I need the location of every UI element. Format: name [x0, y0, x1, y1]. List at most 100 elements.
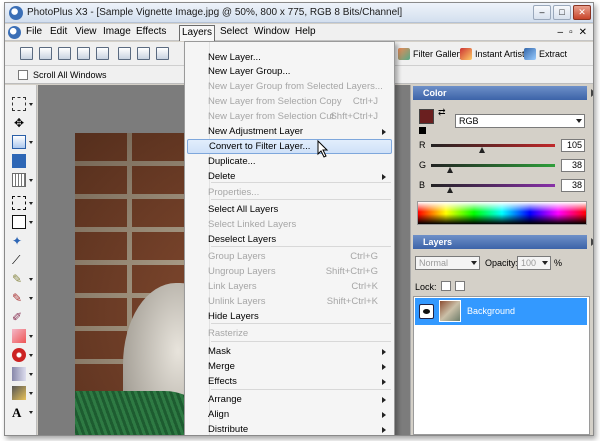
scroll-all-windows-checkbox[interactable]	[18, 70, 28, 80]
channel-g-value[interactable]: 38	[561, 159, 585, 172]
smudge-tool-icon[interactable]: ✐	[12, 310, 26, 324]
menu-item-link-layers: Link Layers Ctrl+K	[187, 279, 392, 294]
channel-r-value[interactable]: 105	[561, 139, 585, 152]
color-mode-select[interactable]: RGB	[455, 114, 585, 128]
color-pickup-tool-icon[interactable]: ⟋	[12, 253, 26, 267]
menu-item-new-layer[interactable]: New Layer...	[187, 50, 392, 65]
fill-tool-icon[interactable]	[12, 386, 26, 400]
menu-item-shortcut: Ctrl+K	[351, 281, 378, 292]
save-icon[interactable]	[58, 47, 71, 60]
lock-all-checkbox[interactable]	[455, 281, 465, 291]
menu-item-duplicate[interactable]: Duplicate...	[187, 154, 392, 169]
copy-icon[interactable]	[118, 47, 131, 60]
undo-icon[interactable]	[156, 47, 169, 60]
open-file-icon[interactable]	[39, 47, 52, 60]
document-menu-icon[interactable]	[8, 26, 21, 39]
crop-tool-icon[interactable]	[12, 97, 26, 111]
submenu-arrow-icon	[382, 174, 386, 180]
panel-menu-icon[interactable]	[591, 89, 593, 97]
eraser-tool-icon[interactable]	[12, 329, 26, 343]
menu-item-shortcut: Shift+Ctrl+K	[326, 296, 378, 307]
menu-item-new-adjustment-layer[interactable]: New Adjustment Layer	[187, 124, 392, 139]
background-color-swatch[interactable]	[419, 127, 426, 134]
menu-image[interactable]: Image	[101, 26, 133, 40]
eye-visibility-icon[interactable]	[419, 304, 434, 319]
print-icon[interactable]	[77, 47, 90, 60]
shape-tool-icon[interactable]	[12, 215, 26, 229]
menu-item-ungroup-layers: Ungroup Layers Shift+Ctrl+G	[187, 264, 392, 279]
minimize-button[interactable]: –	[533, 5, 551, 20]
menu-item-new-layer-from-selection-copy: New Layer from Selection Copy Ctrl+J	[187, 94, 392, 109]
menu-item-label: Ungroup Layers	[208, 266, 276, 277]
channel-r-slider-thumb[interactable]	[478, 147, 485, 153]
swap-colors-icon[interactable]: ⇄	[438, 107, 446, 118]
menu-item-label: Merge	[208, 361, 235, 372]
menu-item-label: New Adjustment Layer	[208, 126, 304, 137]
opacity-field[interactable]: 100	[517, 256, 551, 270]
menu-item-align[interactable]: Align	[187, 407, 392, 422]
window-title: PhotoPlus X3 - [Sample Vignette Image.jp…	[27, 7, 403, 18]
clone-tool-icon[interactable]: ✎	[12, 291, 26, 305]
color-panel-header[interactable]: Color	[413, 86, 593, 100]
menu-item-properties: Properties...	[187, 185, 392, 200]
menu-item-new-layer-group[interactable]: New Layer Group...	[187, 64, 392, 79]
color-spectrum[interactable]	[417, 201, 587, 225]
layers-panel-header[interactable]: Layers	[413, 235, 593, 249]
doc-minimize-button[interactable]: –	[558, 27, 564, 38]
menu-file[interactable]: File	[24, 26, 44, 40]
channel-r-slider[interactable]	[431, 144, 555, 147]
new-file-icon[interactable]	[20, 47, 33, 60]
menu-select[interactable]: Select	[218, 26, 250, 40]
menu-item-convert-to-filter-layer[interactable]: Convert to Filter Layer...	[187, 139, 392, 154]
opacity-unit: %	[554, 258, 563, 268]
move-tool-icon[interactable]: ✥	[12, 116, 26, 130]
foreground-color-swatch[interactable]	[419, 109, 434, 124]
close-button[interactable]: ✕	[573, 5, 591, 20]
paintbrush-tool-icon[interactable]: ✎	[12, 272, 26, 286]
menu-help[interactable]: Help	[293, 26, 318, 40]
menu-item-new-layer-from-selection-cut: New Layer from Selection Cut Shft+Ctrl+J	[187, 109, 392, 124]
channel-b-slider-thumb[interactable]	[446, 187, 453, 193]
instant-artist-button[interactable]: Instant Artist	[460, 46, 525, 62]
extract-button[interactable]: Extract	[524, 46, 567, 62]
cut-icon[interactable]	[96, 47, 109, 60]
filter-gallery-button[interactable]: Filter Gallery	[398, 46, 464, 62]
paste-icon[interactable]	[137, 47, 150, 60]
perspective-tool-icon[interactable]	[12, 135, 26, 149]
magic-wand-tool-icon[interactable]: ✦	[12, 234, 26, 248]
rectangle-selection-tool-icon[interactable]	[12, 196, 26, 210]
channel-b-value[interactable]: 38	[561, 179, 585, 192]
menu-window[interactable]: Window	[252, 26, 292, 40]
menu-item-hide-layers[interactable]: Hide Layers	[187, 309, 392, 324]
menu-item-mask[interactable]: Mask	[187, 344, 392, 359]
channel-g-slider-thumb[interactable]	[446, 167, 453, 173]
layer-row-background[interactable]: Background	[415, 298, 587, 325]
panel-menu-icon[interactable]	[591, 238, 593, 246]
menu-item-select-all-layers[interactable]: Select All Layers	[187, 202, 392, 217]
doc-restore-button[interactable]: ▫	[569, 27, 573, 38]
menu-item-arrange[interactable]: Arrange	[187, 392, 392, 407]
maximize-button[interactable]: □	[553, 5, 571, 20]
menu-item-label: New Layer Group from Selected Layers...	[208, 81, 383, 92]
menu-item-label: New Layer from Selection Cut	[208, 111, 335, 122]
menu-item-label: Rasterize	[208, 328, 249, 339]
menu-view[interactable]: View	[73, 26, 99, 40]
lock-transparency-checkbox[interactable]	[441, 281, 451, 291]
menu-effects[interactable]: Effects	[134, 26, 168, 40]
menu-item-merge[interactable]: Merge	[187, 359, 392, 374]
dodge-tool-icon[interactable]	[12, 367, 26, 381]
menu-edit[interactable]: Edit	[48, 26, 69, 40]
submenu-arrow-icon	[382, 427, 386, 433]
menu-item-delete[interactable]: Delete	[187, 169, 392, 184]
doc-close-button[interactable]: ✕	[579, 27, 587, 38]
menu-item-deselect-layers[interactable]: Deselect Layers	[187, 232, 392, 247]
text-tool-icon[interactable]: A	[12, 405, 26, 420]
channel-r-label: R	[419, 140, 426, 150]
blend-mode-select[interactable]: Normal	[415, 256, 480, 270]
mesh-warp-tool-icon[interactable]	[12, 154, 26, 168]
menu-item-distribute[interactable]: Distribute	[187, 422, 392, 435]
red-eye-tool-icon[interactable]	[12, 348, 26, 362]
menu-layers[interactable]: Layers	[179, 25, 216, 41]
menu-item-effects[interactable]: Effects	[187, 374, 392, 389]
deform-tool-icon[interactable]	[12, 173, 26, 187]
